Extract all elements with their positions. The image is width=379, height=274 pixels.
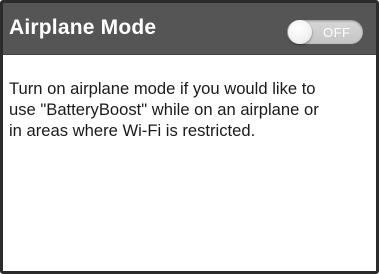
airplane-mode-toggle[interactable]: OFF bbox=[287, 20, 363, 44]
panel-header: Airplane Mode OFF bbox=[3, 3, 376, 55]
description-line: Turn on airplane mode if you would like … bbox=[9, 79, 316, 98]
toggle-state-label: OFF bbox=[323, 25, 351, 40]
panel-title: Airplane Mode bbox=[9, 16, 157, 39]
description-line: use "BatteryBoost" while on an airplane … bbox=[9, 100, 319, 119]
airplane-mode-description: Turn on airplane mode if you would like … bbox=[9, 78, 375, 141]
airplane-mode-panel: Airplane Mode OFF Turn on airplane mode … bbox=[0, 0, 379, 274]
description-line: in areas where Wi-Fi is restricted. bbox=[9, 121, 256, 140]
toggle-knob[interactable] bbox=[288, 20, 312, 44]
